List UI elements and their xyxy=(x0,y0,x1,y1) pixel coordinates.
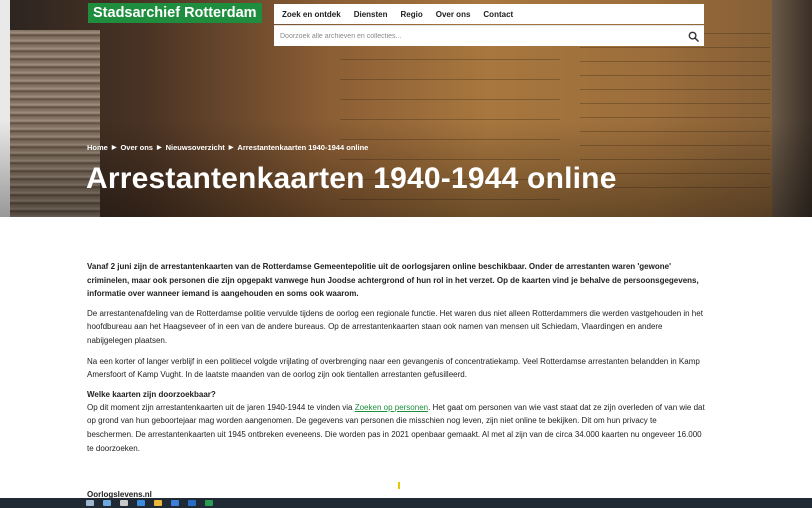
article-paragraph: De arrestantenafdeling van de Rotterdams… xyxy=(87,308,703,345)
nav-item-regio[interactable]: Regio xyxy=(400,10,422,19)
article-paragraph: Na een korter of langer verblijf in een … xyxy=(87,356,700,380)
excel-icon[interactable] xyxy=(205,500,213,506)
main-nav: Zoek en ontdek Diensten Regio Over ons C… xyxy=(274,4,704,24)
page-title: Arrestantenkaarten 1940-1944 online xyxy=(86,162,617,195)
task-view-icon[interactable] xyxy=(120,500,128,506)
mail-icon[interactable] xyxy=(171,500,179,506)
breadcrumb: Home ▶ Over ons ▶ Nieuwsoverzicht ▶ Arre… xyxy=(87,143,368,152)
nav-item-zoek-en-ontdek[interactable]: Zoek en ontdek xyxy=(282,10,341,19)
word-icon[interactable] xyxy=(188,500,196,506)
breadcrumb-nieuwsoverzicht[interactable]: Nieuwsoverzicht xyxy=(166,143,225,152)
article-body: Vanaf 2 juni zijn de arrestantenkaarten … xyxy=(87,260,705,462)
os-taskbar xyxy=(0,498,812,508)
article-intro: Vanaf 2 juni zijn de arrestantenkaarten … xyxy=(87,262,699,299)
breadcrumb-current: Arrestantenkaarten 1940-1944 online xyxy=(237,143,369,152)
chevron-right-icon: ▶ xyxy=(111,145,117,151)
search-button[interactable] xyxy=(682,27,704,46)
site-logo[interactable]: Stadsarchief Rotterdam xyxy=(88,3,262,23)
article-paragraph-with-link: Op dit moment zijn arrestantenkaarten ui… xyxy=(87,401,705,455)
folder-icon[interactable] xyxy=(154,500,162,506)
start-icon[interactable] xyxy=(86,500,94,506)
search-icon xyxy=(688,31,699,42)
text-cursor xyxy=(398,482,400,489)
search-input[interactable] xyxy=(274,26,682,46)
chevron-right-icon: ▶ xyxy=(228,145,234,151)
search-taskbar-icon[interactable] xyxy=(103,500,111,506)
search-bar xyxy=(274,25,704,46)
chevron-right-icon: ▶ xyxy=(156,145,162,151)
section-heading: Welke kaarten zijn doorzoekbaar? xyxy=(87,389,216,399)
zoeken-op-personen-link[interactable]: Zoeken op personen xyxy=(355,403,428,412)
nav-item-contact[interactable]: Contact xyxy=(483,10,513,19)
nav-item-over-ons[interactable]: Over ons xyxy=(436,10,471,19)
nav-item-diensten[interactable]: Diensten xyxy=(354,10,388,19)
breadcrumb-over-ons[interactable]: Over ons xyxy=(120,143,153,152)
paragraph-text: Op dit moment zijn arrestantenkaarten ui… xyxy=(87,402,355,412)
breadcrumb-home[interactable]: Home xyxy=(87,143,108,152)
edge-icon[interactable] xyxy=(137,500,145,506)
